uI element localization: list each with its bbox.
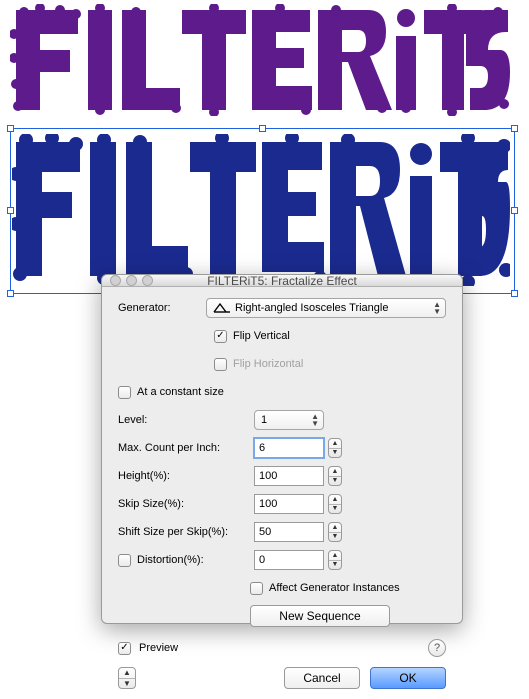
flip-horizontal-label: Flip Horizontal — [233, 358, 303, 370]
artwork-fractal-top — [10, 4, 515, 116]
max-count-field[interactable] — [254, 438, 324, 458]
popup-arrows-icon: ▲▼ — [433, 301, 441, 315]
distortion-label: Distortion(%): — [137, 554, 204, 566]
shift-size-label: Shift Size per Skip(%): — [118, 526, 246, 538]
preview-label: Preview — [139, 642, 178, 654]
distortion-checkbox[interactable] — [118, 554, 131, 567]
ok-label: OK — [399, 671, 416, 685]
generator-glyph-icon — [213, 301, 231, 315]
affect-instances-checkbox[interactable] — [250, 582, 263, 595]
ok-button[interactable]: OK — [370, 667, 446, 689]
flip-vertical-label: Flip Vertical — [233, 330, 290, 342]
height-stepper[interactable]: ▲▼ — [328, 466, 342, 486]
artwork-fractal-bottom[interactable] — [12, 134, 510, 289]
resize-handle-tm[interactable] — [259, 125, 266, 132]
preview-checkbox[interactable] — [118, 642, 131, 655]
cancel-button[interactable]: Cancel — [284, 667, 360, 689]
constant-size-checkbox[interactable] — [118, 386, 131, 399]
generator-label: Generator: — [118, 302, 198, 314]
shift-size-field[interactable] — [254, 522, 324, 542]
flip-horizontal-checkbox[interactable] — [214, 358, 227, 371]
shift-size-stepper[interactable]: ▲▼ — [328, 522, 342, 542]
resize-handle-tr[interactable] — [511, 125, 518, 132]
close-icon[interactable] — [110, 275, 121, 286]
new-sequence-button[interactable]: New Sequence — [250, 605, 390, 627]
zoom-icon[interactable] — [142, 275, 153, 286]
level-popup[interactable]: 1 ▲▼ — [254, 410, 324, 430]
skip-size-field[interactable] — [254, 494, 324, 514]
skip-size-stepper[interactable]: ▲▼ — [328, 494, 342, 514]
constant-size-label: At a constant size — [137, 386, 224, 398]
new-sequence-label: New Sequence — [279, 609, 360, 623]
affect-instances-label: Affect Generator Instances — [269, 582, 400, 594]
distortion-stepper[interactable]: ▲▼ — [328, 550, 342, 570]
max-count-label: Max. Count per Inch: — [118, 442, 246, 454]
resize-handle-mr[interactable] — [511, 207, 518, 214]
flip-vertical-checkbox[interactable] — [214, 330, 227, 343]
height-label: Height(%): — [118, 470, 246, 482]
generator-popup[interactable]: Right-angled Isosceles Triangle ▲▼ — [206, 298, 446, 318]
level-value: 1 — [261, 414, 267, 426]
resize-handle-tl[interactable] — [7, 125, 14, 132]
max-count-stepper[interactable]: ▲▼ — [328, 438, 342, 458]
skip-size-label: Skip Size(%): — [118, 498, 246, 510]
generator-value: Right-angled Isosceles Triangle — [235, 302, 388, 314]
dialog-title: FILTERiT5: Fractalize Effect — [102, 274, 462, 288]
minimize-icon[interactable] — [126, 275, 137, 286]
fractalize-dialog: FILTERiT5: Fractalize Effect Generator: … — [101, 274, 463, 624]
preset-stepper[interactable]: ▲▼ — [118, 667, 136, 689]
height-field[interactable] — [254, 466, 324, 486]
resize-handle-br[interactable] — [511, 290, 518, 297]
level-label: Level: — [118, 414, 246, 426]
resize-handle-bl[interactable] — [7, 290, 14, 297]
help-button[interactable]: ? — [428, 639, 446, 657]
titlebar[interactable]: FILTERiT5: Fractalize Effect — [102, 275, 462, 287]
popup-arrows-icon: ▲▼ — [311, 413, 319, 427]
cancel-label: Cancel — [303, 671, 340, 685]
distortion-field[interactable] — [254, 550, 324, 570]
